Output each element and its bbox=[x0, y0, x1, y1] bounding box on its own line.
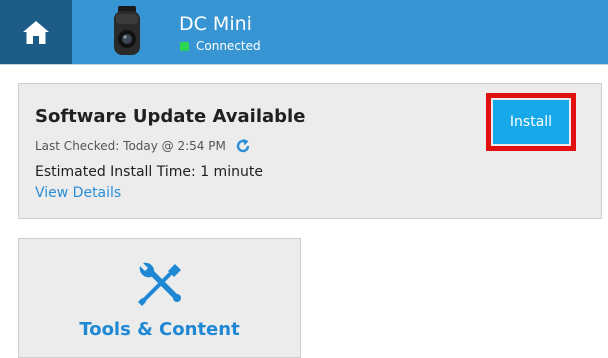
status-indicator-icon bbox=[180, 41, 189, 51]
install-button[interactable]: Install bbox=[493, 100, 569, 144]
home-icon bbox=[23, 21, 49, 44]
status-text: Connected bbox=[196, 39, 261, 53]
last-checked: Last Checked: Today @ 2:54 PM bbox=[35, 138, 251, 154]
tools-content-label: Tools & Content bbox=[79, 319, 240, 340]
device-name: DC Mini bbox=[179, 13, 252, 35]
tools-content-tile[interactable]: Tools & Content bbox=[18, 238, 301, 358]
connection-status: Connected bbox=[180, 39, 261, 53]
estimated-install-time: Estimated Install Time: 1 minute bbox=[35, 164, 263, 180]
dashcam-device-image bbox=[114, 6, 140, 55]
view-details-link[interactable]: View Details bbox=[35, 185, 121, 201]
software-update-card: Software Update Available Last Checked: … bbox=[18, 83, 602, 219]
header-divider bbox=[0, 64, 608, 65]
top-bar: DC Mini Connected bbox=[0, 0, 608, 64]
refresh-icon[interactable] bbox=[235, 138, 251, 154]
tools-icon bbox=[138, 262, 181, 306]
update-title: Software Update Available bbox=[35, 106, 306, 127]
last-checked-text: Last Checked: Today @ 2:54 PM bbox=[35, 139, 226, 153]
home-button[interactable] bbox=[0, 0, 72, 64]
